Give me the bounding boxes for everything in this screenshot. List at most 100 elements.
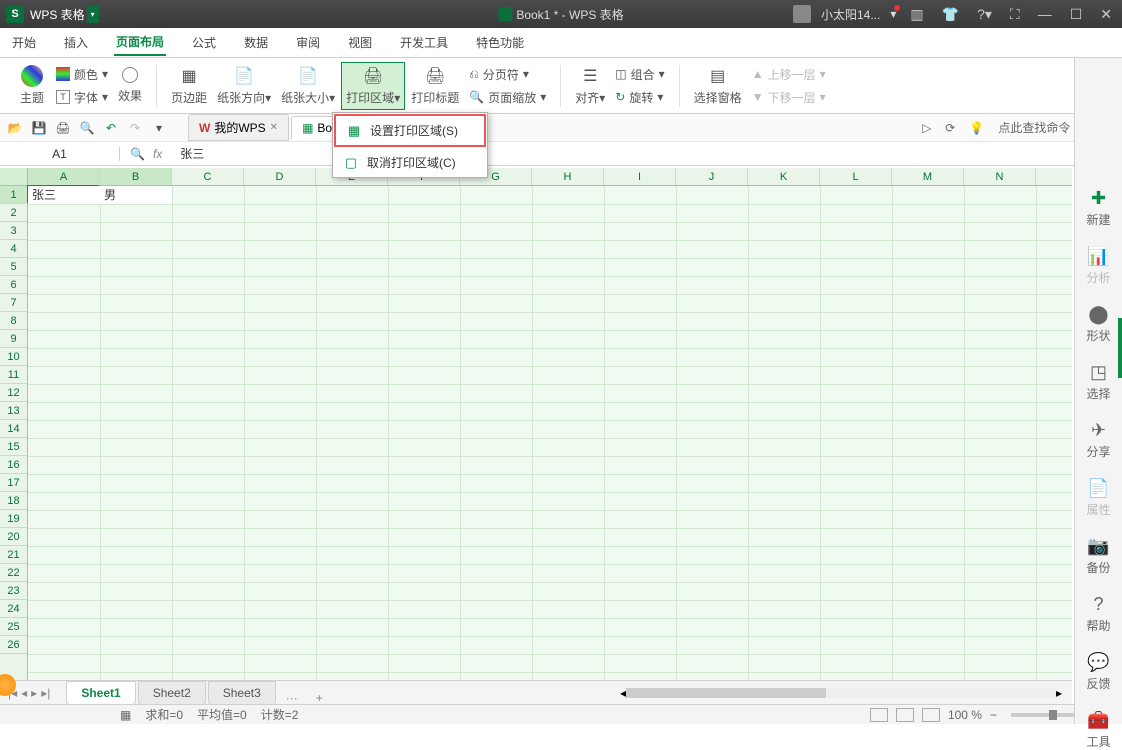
side-feedback[interactable]: 💬反馈 (1086, 652, 1110, 692)
zoom-value[interactable]: 100 % (948, 708, 982, 722)
align-button[interactable]: ☰对齐▾ (571, 62, 609, 110)
row-header-14[interactable]: 14 (0, 420, 27, 438)
sheets-more[interactable]: ··· (278, 691, 306, 705)
side-prop[interactable]: 📄属性 (1086, 478, 1110, 518)
fx-icon[interactable]: fx (153, 147, 162, 161)
col-header-H[interactable]: H (532, 168, 604, 185)
col-header-N[interactable]: N (964, 168, 1036, 185)
menu-0[interactable]: 开始 (10, 30, 38, 55)
menu-5[interactable]: 审阅 (294, 30, 322, 55)
save-icon[interactable]: 💾 (30, 119, 48, 137)
cell-A1[interactable]: 张三 (28, 186, 100, 204)
sheet-last-icon[interactable]: ▸| (41, 686, 50, 700)
col-header-A[interactable]: A (28, 168, 100, 185)
normal-view-button[interactable] (870, 708, 888, 722)
row-header-18[interactable]: 18 (0, 492, 27, 510)
refresh-icon[interactable]: ⟳ (945, 121, 955, 135)
col-header-K[interactable]: K (748, 168, 820, 185)
formula-input[interactable]: 张三 (172, 145, 1122, 162)
side-tools[interactable]: 🧰工具 (1086, 710, 1110, 750)
col-header-J[interactable]: J (676, 168, 748, 185)
sheet-tab-Sheet1[interactable]: Sheet1 (66, 681, 135, 705)
row-header-25[interactable]: 25 (0, 618, 27, 636)
side-shape[interactable]: ⬤形状 (1086, 304, 1110, 344)
clear-printarea-item[interactable]: ▢ 取消打印区域(C) (333, 148, 487, 177)
scale-button[interactable]: 🔍页面缩放▾ (465, 87, 550, 108)
mywps-tab[interactable]: W我的WPS✕ (188, 114, 289, 141)
row-header-2[interactable]: 2 (0, 204, 27, 222)
row-header-15[interactable]: 15 (0, 438, 27, 456)
row-header-6[interactable]: 6 (0, 276, 27, 294)
side-select[interactable]: ◳选择 (1086, 362, 1110, 402)
rotate-button[interactable]: ↻旋转▾ (611, 87, 668, 108)
row-header-24[interactable]: 24 (0, 600, 27, 618)
row-header-10[interactable]: 10 (0, 348, 27, 366)
select-all-corner[interactable] (0, 168, 28, 185)
sheet-tab-Sheet3[interactable]: Sheet3 (208, 681, 276, 705)
row-header-4[interactable]: 4 (0, 240, 27, 258)
sheet-tab-Sheet2[interactable]: Sheet2 (138, 681, 206, 705)
break-view-button[interactable] (922, 708, 940, 722)
menu-4[interactable]: 数据 (242, 30, 270, 55)
row-header-20[interactable]: 20 (0, 528, 27, 546)
row-header-26[interactable]: 26 (0, 636, 27, 654)
color-button[interactable]: 颜色▾ (52, 64, 112, 85)
side-analyze[interactable]: 📊分析 (1086, 246, 1110, 286)
minimize-button[interactable]: — (1034, 4, 1056, 24)
tab-close-icon[interactable]: ✕ (270, 122, 278, 133)
col-header-I[interactable]: I (604, 168, 676, 185)
row-header-7[interactable]: 7 (0, 294, 27, 312)
col-header-B[interactable]: B (100, 168, 172, 185)
side-backup[interactable]: 📷备份 (1086, 536, 1110, 576)
selectionpane-button[interactable]: ▤选择窗格 (690, 62, 746, 110)
app-menu-dropdown[interactable]: ▾ (87, 5, 99, 23)
print-icon[interactable]: 🖨 (54, 119, 72, 137)
cell-B1[interactable]: 男 (100, 186, 172, 204)
row-header-12[interactable]: 12 (0, 384, 27, 402)
menu-6[interactable]: 视图 (346, 30, 374, 55)
user-avatar-icon[interactable] (793, 5, 811, 23)
papersize-button[interactable]: 📄纸张大小▾ (277, 62, 339, 110)
group-button[interactable]: ◫组合▾ (611, 64, 668, 85)
row-header-19[interactable]: 19 (0, 510, 27, 528)
redo-icon[interactable]: ↷ (126, 119, 144, 137)
col-header-D[interactable]: D (244, 168, 316, 185)
qat-dropdown-icon[interactable]: ▾ (150, 119, 168, 137)
printtitle-button[interactable]: 🖨打印标题 (407, 62, 463, 110)
spreadsheet-grid[interactable]: ABCDEFGHIJKLMN 1234567891011121314151617… (0, 168, 1072, 680)
font-button[interactable]: T字体▾ (52, 87, 112, 108)
zoom-out-button[interactable]: − (990, 708, 997, 722)
row-header-23[interactable]: 23 (0, 582, 27, 600)
maximize-button[interactable]: ☐ (1066, 4, 1087, 25)
breaks-button[interactable]: ⎌分页符▾ (465, 64, 550, 85)
col-header-C[interactable]: C (172, 168, 244, 185)
close-button[interactable]: ✕ (1096, 4, 1116, 25)
fullscreen-icon[interactable]: ⛶ (1006, 4, 1024, 25)
printarea-button[interactable]: 🖨打印区域▾ (341, 62, 405, 110)
side-help[interactable]: ?帮助 (1086, 594, 1110, 634)
row-header-9[interactable]: 9 (0, 330, 27, 348)
shirt-icon[interactable]: 👕 (938, 4, 963, 25)
row-header-8[interactable]: 8 (0, 312, 27, 330)
hscroll-thumb[interactable] (626, 688, 826, 698)
row-header-21[interactable]: 21 (0, 546, 27, 564)
add-sheet-button[interactable]: + (308, 691, 331, 705)
row-header-1[interactable]: 1 (0, 186, 27, 204)
row-header-3[interactable]: 3 (0, 222, 27, 240)
notification-icon[interactable]: ▾ (890, 7, 896, 21)
col-header-L[interactable]: L (820, 168, 892, 185)
help-icon[interactable]: ?▾ (973, 4, 996, 25)
menu-1[interactable]: 插入 (62, 30, 90, 55)
row-header-16[interactable]: 16 (0, 456, 27, 474)
col-header-M[interactable]: M (892, 168, 964, 185)
horizontal-scrollbar[interactable]: ◂ ▸ (620, 686, 1062, 700)
skin-icon[interactable]: ▥ (906, 4, 927, 25)
page-view-button[interactable] (896, 708, 914, 722)
sheet-next-icon[interactable]: ▸ (31, 686, 37, 700)
name-box[interactable]: A1 (0, 147, 120, 161)
side-share[interactable]: ✈分享 (1086, 420, 1110, 460)
fx-search-icon[interactable]: 🔍 (130, 147, 145, 161)
user-name[interactable]: 小太阳14... (821, 6, 880, 23)
theme-button[interactable]: 主题 (14, 62, 50, 110)
menu-8[interactable]: 特色功能 (474, 30, 526, 55)
